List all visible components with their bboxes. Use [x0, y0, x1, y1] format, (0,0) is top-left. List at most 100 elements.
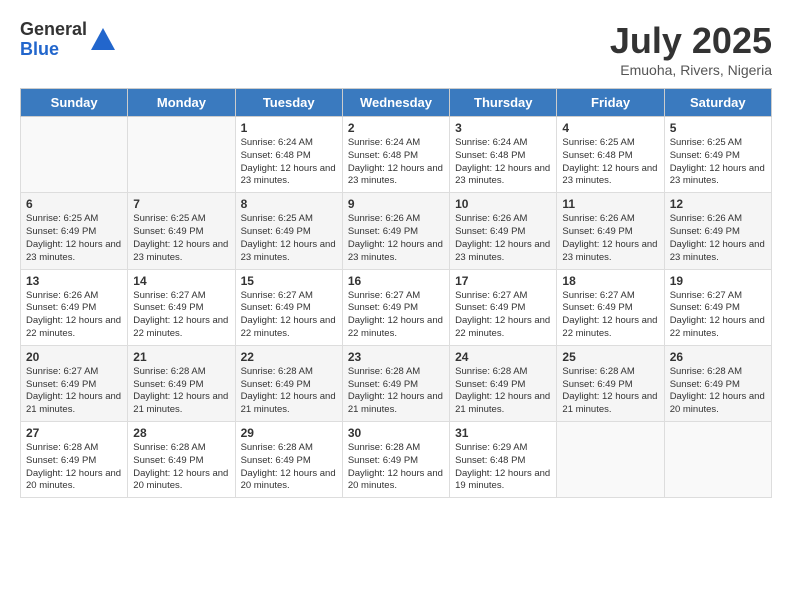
day-number: 3: [455, 121, 551, 135]
day-info: Sunrise: 6:28 AM Sunset: 6:49 PM Dayligh…: [133, 366, 229, 417]
day-number: 29: [241, 426, 337, 440]
calendar-cell: 17Sunrise: 6:27 AM Sunset: 6:49 PM Dayli…: [450, 269, 557, 345]
header-thursday: Thursday: [450, 89, 557, 117]
calendar-cell: 4 Sunrise: 6:25 AM Sunset: 6:48 PM Daylig…: [557, 117, 664, 193]
day-info: Sunrise: 6:27 AM Sunset: 6:49 PM Dayligh…: [241, 290, 337, 341]
calendar-cell: 28Sunrise: 6:28 AM Sunset: 6:49 PM Dayli…: [128, 422, 235, 498]
calendar-week-4: 20Sunrise: 6:27 AM Sunset: 6:49 PM Dayli…: [21, 345, 772, 421]
calendar-cell: 20Sunrise: 6:27 AM Sunset: 6:49 PM Dayli…: [21, 345, 128, 421]
day-info: Sunrise: 6:25 AM Sunset: 6:49 PM Dayligh…: [133, 213, 229, 264]
day-info: Sunrise: 6:24 AM Sunset: 6:48 PM Dayligh…: [455, 137, 551, 188]
day-number: 11: [562, 197, 658, 211]
calendar-cell: 29 Sunrise: 6:28 AM Sunset: 6:49 PM Dayli…: [235, 422, 342, 498]
calendar-header-row: SundayMondayTuesdayWednesdayThursdayFrid…: [21, 89, 772, 117]
day-info: Sunrise: 6:25 AM Sunset: 6:48 PM Dayligh…: [562, 137, 658, 188]
calendar-week-5: 27 Sunrise: 6:28 AM Sunset: 6:49 PM Dayli…: [21, 422, 772, 498]
calendar-week-3: 13 Sunrise: 6:26 AM Sunset: 6:49 PM Dayli…: [21, 269, 772, 345]
calendar-cell: 6 Sunrise: 6:25 AM Sunset: 6:49 PM Daylig…: [21, 193, 128, 269]
day-number: 4: [562, 121, 658, 135]
calendar-table: SundayMondayTuesdayWednesdayThursdayFrid…: [20, 88, 772, 498]
day-number: 18: [562, 274, 658, 288]
day-number: 20: [26, 350, 122, 364]
logo-blue-text: Blue: [20, 40, 87, 60]
day-info: Sunrise: 6:26 AM Sunset: 6:49 PM Dayligh…: [26, 290, 122, 341]
logo: General Blue: [20, 20, 117, 60]
day-number: 14: [133, 274, 229, 288]
calendar-cell: 14 Sunrise: 6:27 AM Sunset: 6:49 PM Dayli…: [128, 269, 235, 345]
calendar-cell: 19Sunrise: 6:27 AM Sunset: 6:49 PM Dayli…: [664, 269, 771, 345]
day-info: Sunrise: 6:25 AM Sunset: 6:49 PM Dayligh…: [241, 213, 337, 264]
calendar-cell: 2Sunrise: 6:24 AM Sunset: 6:48 PM Daylig…: [342, 117, 449, 193]
calendar-cell: [21, 117, 128, 193]
calendar-cell: 1 Sunrise: 6:24 AM Sunset: 6:48 PM Daylig…: [235, 117, 342, 193]
day-info: Sunrise: 6:28 AM Sunset: 6:49 PM Dayligh…: [348, 366, 444, 417]
calendar-cell: 12 Sunrise: 6:26 AM Sunset: 6:49 PM Dayli…: [664, 193, 771, 269]
day-info: Sunrise: 6:24 AM Sunset: 6:48 PM Dayligh…: [241, 137, 337, 188]
calendar-cell: 5 Sunrise: 6:25 AM Sunset: 6:49 PM Daylig…: [664, 117, 771, 193]
day-info: Sunrise: 6:28 AM Sunset: 6:49 PM Dayligh…: [455, 366, 551, 417]
logo-general-text: General: [20, 20, 87, 40]
header-tuesday: Tuesday: [235, 89, 342, 117]
day-info: Sunrise: 6:27 AM Sunset: 6:49 PM Dayligh…: [133, 290, 229, 341]
day-number: 13: [26, 274, 122, 288]
day-number: 8: [241, 197, 337, 211]
calendar-cell: 30 Sunrise: 6:28 AM Sunset: 6:49 PM Dayli…: [342, 422, 449, 498]
day-number: 16: [348, 274, 444, 288]
day-info: Sunrise: 6:25 AM Sunset: 6:49 PM Dayligh…: [26, 213, 122, 264]
calendar-cell: [664, 422, 771, 498]
calendar-week-1: 1 Sunrise: 6:24 AM Sunset: 6:48 PM Daylig…: [21, 117, 772, 193]
calendar-cell: 18 Sunrise: 6:27 AM Sunset: 6:49 PM Dayli…: [557, 269, 664, 345]
header-wednesday: Wednesday: [342, 89, 449, 117]
calendar-cell: 26 Sunrise: 6:28 AM Sunset: 6:49 PM Dayli…: [664, 345, 771, 421]
calendar-cell: 31Sunrise: 6:29 AM Sunset: 6:48 PM Dayli…: [450, 422, 557, 498]
day-number: 25: [562, 350, 658, 364]
calendar-cell: 24 Sunrise: 6:28 AM Sunset: 6:49 PM Dayli…: [450, 345, 557, 421]
logo-icon: [89, 26, 117, 54]
day-number: 24: [455, 350, 551, 364]
day-number: 12: [670, 197, 766, 211]
calendar-cell: 13 Sunrise: 6:26 AM Sunset: 6:49 PM Dayli…: [21, 269, 128, 345]
day-number: 9: [348, 197, 444, 211]
page-header: General Blue July 2025 Emuoha, Rivers, N…: [20, 20, 772, 78]
day-number: 10: [455, 197, 551, 211]
calendar-cell: 9 Sunrise: 6:26 AM Sunset: 6:49 PM Daylig…: [342, 193, 449, 269]
day-info: Sunrise: 6:27 AM Sunset: 6:49 PM Dayligh…: [562, 290, 658, 341]
day-info: Sunrise: 6:26 AM Sunset: 6:49 PM Dayligh…: [348, 213, 444, 264]
day-info: Sunrise: 6:28 AM Sunset: 6:49 PM Dayligh…: [562, 366, 658, 417]
day-info: Sunrise: 6:28 AM Sunset: 6:49 PM Dayligh…: [241, 366, 337, 417]
day-number: 31: [455, 426, 551, 440]
day-info: Sunrise: 6:25 AM Sunset: 6:49 PM Dayligh…: [670, 137, 766, 188]
day-number: 7: [133, 197, 229, 211]
day-info: Sunrise: 6:26 AM Sunset: 6:49 PM Dayligh…: [455, 213, 551, 264]
calendar-cell: 7 Sunrise: 6:25 AM Sunset: 6:49 PM Daylig…: [128, 193, 235, 269]
day-info: Sunrise: 6:28 AM Sunset: 6:49 PM Dayligh…: [241, 442, 337, 493]
day-number: 2: [348, 121, 444, 135]
day-number: 5: [670, 121, 766, 135]
day-info: Sunrise: 6:28 AM Sunset: 6:49 PM Dayligh…: [26, 442, 122, 493]
calendar-cell: 27 Sunrise: 6:28 AM Sunset: 6:49 PM Dayli…: [21, 422, 128, 498]
calendar-cell: [557, 422, 664, 498]
day-number: 26: [670, 350, 766, 364]
day-number: 6: [26, 197, 122, 211]
calendar-cell: 8 Sunrise: 6:25 AM Sunset: 6:49 PM Daylig…: [235, 193, 342, 269]
day-info: Sunrise: 6:26 AM Sunset: 6:49 PM Dayligh…: [670, 213, 766, 264]
calendar-cell: 3 Sunrise: 6:24 AM Sunset: 6:48 PM Daylig…: [450, 117, 557, 193]
calendar-cell: [128, 117, 235, 193]
day-number: 15: [241, 274, 337, 288]
calendar-cell: 16 Sunrise: 6:27 AM Sunset: 6:49 PM Dayli…: [342, 269, 449, 345]
day-info: Sunrise: 6:27 AM Sunset: 6:49 PM Dayligh…: [348, 290, 444, 341]
day-number: 27: [26, 426, 122, 440]
day-number: 30: [348, 426, 444, 440]
day-info: Sunrise: 6:26 AM Sunset: 6:49 PM Dayligh…: [562, 213, 658, 264]
day-number: 22: [241, 350, 337, 364]
calendar-cell: 11 Sunrise: 6:26 AM Sunset: 6:49 PM Dayli…: [557, 193, 664, 269]
title-block: July 2025 Emuoha, Rivers, Nigeria: [610, 20, 772, 78]
header-sunday: Sunday: [21, 89, 128, 117]
day-info: Sunrise: 6:28 AM Sunset: 6:49 PM Dayligh…: [133, 442, 229, 493]
header-monday: Monday: [128, 89, 235, 117]
day-number: 19: [670, 274, 766, 288]
day-number: 1: [241, 121, 337, 135]
day-info: Sunrise: 6:28 AM Sunset: 6:49 PM Dayligh…: [348, 442, 444, 493]
day-info: Sunrise: 6:28 AM Sunset: 6:49 PM Dayligh…: [670, 366, 766, 417]
calendar-cell: 23Sunrise: 6:28 AM Sunset: 6:49 PM Dayli…: [342, 345, 449, 421]
